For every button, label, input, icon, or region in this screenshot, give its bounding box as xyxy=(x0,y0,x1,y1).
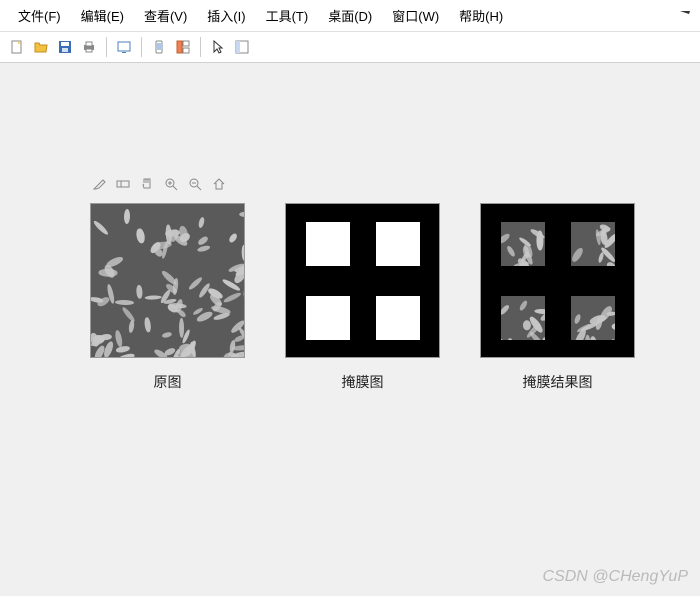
toolbar-separator xyxy=(106,37,107,57)
pan-icon[interactable] xyxy=(139,176,157,194)
watermark: CSDN @CHengYuP xyxy=(543,568,688,586)
new-file-icon[interactable] xyxy=(6,36,28,58)
figure-3: 掩膜结果图 xyxy=(480,203,635,392)
brush-icon[interactable] xyxy=(91,176,109,194)
menu-edit[interactable]: 编辑(E) xyxy=(71,4,134,27)
cursor-icon[interactable] xyxy=(207,36,229,58)
figure-1-label: 原图 xyxy=(154,372,182,392)
overflow-icon[interactable] xyxy=(678,7,692,24)
menu-window[interactable]: 窗口(W) xyxy=(382,4,449,27)
open-icon[interactable] xyxy=(30,36,52,58)
menu-insert[interactable]: 插入(I) xyxy=(197,4,255,27)
panel-icon[interactable] xyxy=(231,36,253,58)
layout-icon[interactable] xyxy=(172,36,194,58)
menu-view[interactable]: 查看(V) xyxy=(134,4,197,27)
toolbar-separator xyxy=(141,37,142,57)
figure-toolbar xyxy=(91,176,229,194)
menu-tools[interactable]: 工具(T) xyxy=(256,4,319,27)
menu-help[interactable]: 帮助(H) xyxy=(449,4,513,27)
home-icon[interactable] xyxy=(211,176,229,194)
figure-3-label: 掩膜结果图 xyxy=(523,372,593,392)
figure-2: 掩膜图 xyxy=(285,203,440,392)
screen-icon[interactable] xyxy=(113,36,135,58)
zoom-in-icon[interactable] xyxy=(163,176,181,194)
menu-file[interactable]: 文件(F) xyxy=(8,4,71,27)
figure-2-image[interactable] xyxy=(285,203,440,358)
figure-canvas: 原图 掩膜图 掩膜结果图 xyxy=(0,63,700,596)
menubar: 文件(F) 编辑(E) 查看(V) 插入(I) 工具(T) 桌面(D) 窗口(W… xyxy=(0,0,700,32)
save-icon[interactable] xyxy=(54,36,76,58)
figure-1: 原图 xyxy=(90,203,245,392)
toolbar-separator xyxy=(200,37,201,57)
figure-2-label: 掩膜图 xyxy=(342,372,384,392)
figure-3-image[interactable] xyxy=(480,203,635,358)
data-cursor-icon[interactable] xyxy=(115,176,133,194)
figure-1-image[interactable] xyxy=(90,203,245,358)
menu-desktop[interactable]: 桌面(D) xyxy=(318,4,382,27)
print-icon[interactable] xyxy=(78,36,100,58)
zoom-out-icon[interactable] xyxy=(187,176,205,194)
phone-icon[interactable] xyxy=(148,36,170,58)
toolbar xyxy=(0,32,700,63)
